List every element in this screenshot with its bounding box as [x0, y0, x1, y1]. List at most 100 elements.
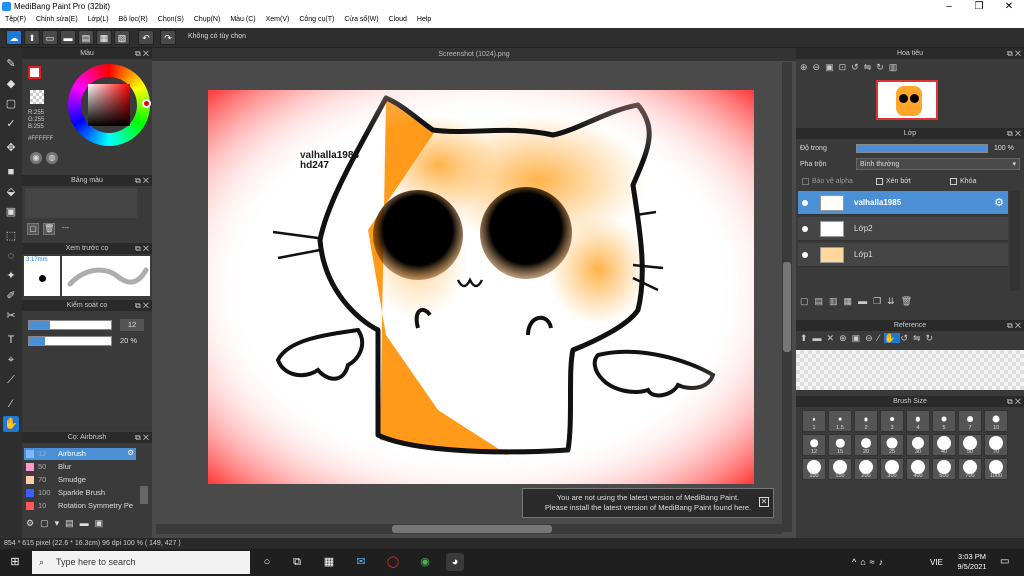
zoom-in-icon[interactable]: ⊕: [800, 62, 813, 72]
delete-layer-icon[interactable]: 🗑: [901, 296, 918, 306]
brush-size-cell[interactable]: 100: [802, 458, 826, 480]
rotate-left-icon[interactable]: ↺: [851, 62, 864, 72]
taskbar-search[interactable]: ⌕ Type here to search: [32, 551, 250, 574]
brush-tool-icon[interactable]: ✎: [3, 56, 19, 72]
clipping-checkbox[interactable]: [876, 178, 883, 185]
layout-icon[interactable]: ▧: [114, 30, 130, 45]
folder-icon[interactable]: ▬: [858, 296, 873, 306]
brush-settings-icon[interactable]: ⚙: [26, 518, 40, 528]
panel-close-icon[interactable]: ⧉ ✕: [1007, 48, 1021, 59]
palette-icon[interactable]: ◉: [30, 152, 42, 164]
new-halftone-icon[interactable]: ▤: [815, 296, 830, 306]
close-reference-icon[interactable]: ✕: [827, 333, 840, 343]
menu-color[interactable]: Màu (C): [225, 14, 260, 23]
brush-props-icon[interactable]: ▣: [95, 518, 110, 528]
layer-opacity-slider[interactable]: [856, 144, 988, 153]
brush-size-cell[interactable]: 200: [854, 458, 878, 480]
operation-tool-icon[interactable]: ⌖: [3, 352, 19, 368]
menu-window[interactable]: Cửa sổ(W): [339, 14, 383, 23]
upload-icon[interactable]: ⬆: [800, 333, 813, 343]
menu-view[interactable]: Xem(V): [261, 14, 295, 23]
reference-view[interactable]: [796, 350, 1024, 390]
select-eraser-icon[interactable]: ✂: [3, 308, 19, 324]
text-tool-icon[interactable]: T: [3, 332, 19, 348]
brush-size-cell[interactable]: 15: [828, 434, 852, 456]
pen-tool-icon[interactable]: ✓: [3, 116, 19, 132]
brush-size-cell[interactable]: 20: [854, 434, 878, 456]
saturation-box[interactable]: [88, 84, 130, 126]
layer-row[interactable]: Lớp2: [798, 217, 1008, 241]
select-tool-icon[interactable]: ⬚: [3, 228, 19, 244]
add-brush-icon[interactable]: ▢: [40, 518, 55, 528]
lock-view-icon[interactable]: ▥: [889, 62, 903, 72]
fit-icon[interactable]: ▣: [825, 62, 839, 72]
brush-size-cell[interactable]: 70: [984, 434, 1008, 456]
fill-shape-icon[interactable]: ■: [3, 164, 19, 180]
rotate-right-icon[interactable]: ↻: [876, 62, 889, 72]
menu-select[interactable]: Chọn(S): [153, 14, 189, 23]
brush-size-cell[interactable]: 7: [958, 410, 982, 432]
panel-close-icon[interactable]: ⧉ ✕: [1007, 396, 1021, 407]
menu-layer[interactable]: Lớp(L): [83, 14, 114, 23]
canvas-hscroll[interactable]: [156, 524, 782, 534]
menu-help[interactable]: Help: [412, 14, 436, 23]
chrome-icon[interactable]: ◉: [416, 553, 434, 571]
hand-icon[interactable]: ✋: [884, 333, 901, 343]
lock-checkbox[interactable]: [950, 178, 957, 185]
wifi-icon[interactable]: ≈: [870, 557, 879, 567]
menu-cloud[interactable]: Cloud: [384, 14, 412, 23]
brush-size-cell[interactable]: 500: [932, 458, 956, 480]
grid-icon[interactable]: ▦: [96, 30, 112, 45]
chat-icon[interactable]: ▬: [60, 30, 76, 45]
redo-icon[interactable]: ↷: [160, 30, 176, 45]
brush-size-cell[interactable]: 12: [802, 434, 826, 456]
hue-wheel[interactable]: [68, 64, 151, 146]
brush-size-cell[interactable]: 2: [854, 410, 878, 432]
panel-close-icon[interactable]: ⧉ ✕: [135, 300, 149, 311]
palette-list[interactable]: [25, 188, 137, 218]
cloud-icon[interactable]: ☁: [6, 30, 22, 45]
mail-icon[interactable]: ✉: [352, 553, 370, 571]
canvas-tab[interactable]: Screenshot (1024).png: [152, 48, 796, 61]
brush-list-scrollbar[interactable]: [140, 486, 148, 504]
volume-icon[interactable]: ♪: [879, 557, 888, 567]
brush-size-cell[interactable]: 1000: [984, 458, 1008, 480]
flip-icon[interactable]: ⇋: [913, 333, 926, 343]
brush-item[interactable]: 100 Sparkle Brush: [24, 487, 136, 499]
brush-size-cell[interactable]: 40: [932, 434, 956, 456]
delete-palette-icon[interactable]: 🗑: [43, 223, 55, 235]
layer-row[interactable]: Lớp1: [798, 243, 1008, 267]
new-palette-icon[interactable]: ▢: [27, 223, 39, 235]
hand-tool-icon[interactable]: ✋: [3, 416, 19, 432]
cortana-icon[interactable]: ○: [258, 553, 276, 571]
medibang-icon[interactable]: ◕: [446, 553, 464, 571]
panel-close-icon[interactable]: ⧉ ✕: [1007, 320, 1021, 331]
zoom-out-icon[interactable]: ⊖: [813, 62, 826, 72]
eraser-tool-icon[interactable]: ◆: [3, 76, 19, 92]
canvas-vscroll[interactable]: [782, 62, 792, 532]
new-layer-icon[interactable]: ▢: [800, 296, 815, 306]
menu-edit[interactable]: Chỉnh sửa(E): [31, 14, 83, 23]
save-icon[interactable]: ⬆: [24, 30, 40, 45]
copy-brush-icon[interactable]: ▤: [65, 518, 80, 528]
brush-size-cell[interactable]: 1: [802, 410, 826, 432]
opera-icon[interactable]: ◯: [384, 553, 402, 571]
menu-tools[interactable]: Công cụ(T): [294, 14, 339, 23]
brush-opacity-slider[interactable]: [28, 336, 112, 346]
brush-size-value[interactable]: 12: [120, 319, 144, 331]
notification-icon[interactable]: ▭: [1000, 556, 1009, 567]
brush-size-cell[interactable]: 700: [958, 458, 982, 480]
visibility-icon[interactable]: [802, 252, 808, 258]
select-pen-icon[interactable]: ✐: [3, 288, 19, 304]
flip-icon[interactable]: ⇋: [864, 62, 877, 72]
panel-icon[interactable]: ▤: [78, 30, 94, 45]
visibility-icon[interactable]: [802, 226, 808, 232]
alpha-protect-checkbox[interactable]: [802, 178, 809, 185]
panel-close-icon[interactable]: ⧉ ✕: [135, 48, 149, 59]
brush-item[interactable]: 70 Smudge: [24, 474, 136, 486]
brush-size-slider[interactable]: [28, 320, 112, 330]
divide-tool-icon[interactable]: ⟋: [3, 372, 19, 388]
blend-mode-select[interactable]: Bình thường ▾: [856, 158, 1020, 170]
notice-close-icon[interactable]: ✕: [759, 497, 769, 507]
brush-size-cell[interactable]: 5: [932, 410, 956, 432]
